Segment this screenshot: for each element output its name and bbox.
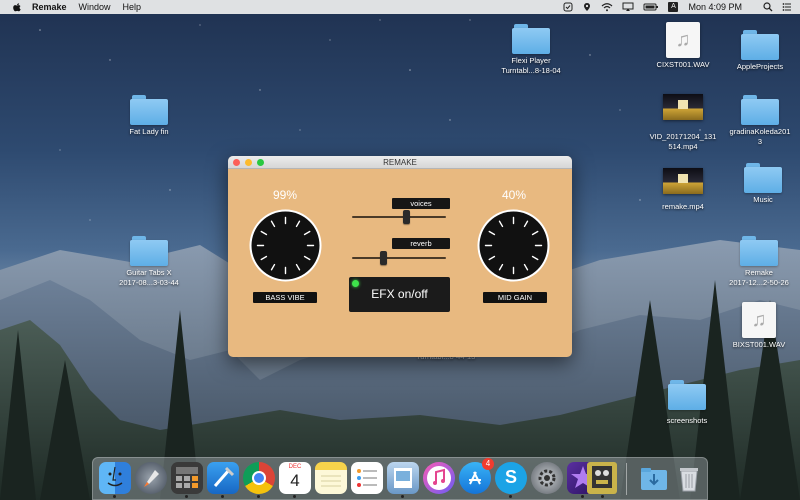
finder-dock-icon[interactable] [99, 462, 131, 498]
folder-icon [740, 236, 778, 266]
reverb-slider-track[interactable] [352, 251, 446, 265]
wifi-icon[interactable] [601, 2, 613, 12]
desktop-icon-label: gradinaKoleda201 3 [729, 127, 791, 146]
mid-gain-value: 40% [501, 188, 527, 202]
video-thumbnail-icon [663, 168, 703, 194]
title-bar[interactable]: REMAKE [228, 156, 572, 169]
calendar-dock-icon[interactable]: DEC 4 [279, 462, 311, 498]
calculator-dock-icon[interactable] [171, 462, 203, 498]
folder-icon [741, 30, 779, 60]
desktop-icon-label: Remake 2017-12...2-50-26 [729, 268, 789, 287]
desktop-folder[interactable]: screenshots [642, 380, 732, 426]
desktop-video-file[interactable]: remake.mp4 [638, 168, 728, 212]
folder-icon [130, 236, 168, 266]
apple-menu-icon[interactable] [12, 2, 22, 12]
notes-dock-icon[interactable] [315, 462, 347, 494]
folder-icon [130, 95, 168, 125]
voices-slider-thumb[interactable] [403, 210, 411, 224]
app-menu[interactable]: Remake [32, 2, 67, 12]
folder-icon [668, 380, 706, 410]
efx-button-label: EFX on/off [371, 287, 428, 301]
desktop-folder[interactable]: Music [718, 163, 800, 205]
input-source-icon[interactable]: A [668, 2, 679, 12]
voices-label: voices [392, 198, 450, 209]
window-title: REMAKE [383, 158, 417, 167]
mid-gain-label: MID GAIN [483, 292, 547, 303]
location-icon[interactable] [582, 2, 592, 12]
desktop-folder[interactable]: Fat Lady fin [104, 95, 194, 137]
desktop-icon-label: Guitar Tabs X 2017-08...3-03-44 [119, 268, 179, 287]
system-preferences-dock-icon[interactable] [531, 462, 563, 494]
desktop-folder[interactable]: gradinaKoleda201 3 [715, 95, 800, 147]
calendar-day: 4 [290, 471, 300, 490]
battery-icon[interactable] [643, 2, 659, 12]
desktop-icon-label: remake.mp4 [662, 202, 704, 211]
desktop-icon-label: screenshots [666, 416, 708, 425]
dock-separator [626, 463, 627, 495]
desktop-folder[interactable]: Remake 2017-12...2-50-26 [714, 236, 800, 288]
chrome-dock-icon[interactable] [243, 462, 275, 498]
app-store-dock-icon[interactable]: 4 [459, 458, 494, 494]
calendar-month: DEC [288, 464, 302, 470]
folder-icon [741, 95, 779, 125]
trash-icon[interactable] [673, 462, 705, 494]
xcode-dock-icon[interactable] [207, 462, 239, 498]
desktop-audio-file[interactable]: ♫ BIXST001.WAV [714, 302, 800, 350]
efx-status-led [352, 280, 359, 287]
voices-slider-track[interactable] [352, 210, 446, 224]
desktop-folder[interactable]: Flexi Player Turntabl...8-18-04 [486, 24, 576, 76]
efx-toggle-button[interactable]: EFX on/off [349, 277, 450, 312]
script-menu-icon[interactable] [563, 2, 573, 12]
skype-dock-icon[interactable]: S [495, 462, 527, 498]
desktop-icon-label: AppleProjects [736, 62, 784, 71]
desktop-icon-label: Flexi Player Turntabl...8-18-04 [501, 56, 561, 75]
video-thumbnail-icon [663, 94, 703, 120]
desktop-folder[interactable]: Guitar Tabs X 2017-08...3-03-44 [104, 236, 194, 288]
remake-dock-icon[interactable] [587, 462, 617, 498]
input-source-label: A [668, 2, 679, 12]
reverb-slider-thumb[interactable] [380, 251, 388, 265]
folder-icon [512, 24, 550, 54]
app-store-badge: 4 [482, 458, 494, 470]
airplay-icon[interactable] [622, 2, 634, 12]
window-menu[interactable]: Window [79, 2, 111, 12]
bass-vibe-knob[interactable] [248, 208, 323, 283]
mid-gain-knob[interactable] [476, 208, 551, 283]
desktop: Remake Window Help A Mon 4:09 PM Flexi P… [0, 0, 800, 500]
folder-icon [744, 163, 782, 193]
clock[interactable]: Mon 4:09 PM [688, 2, 742, 12]
help-menu[interactable]: Help [123, 2, 142, 12]
desktop-icon-label: BIXST001.WAV [732, 340, 786, 349]
spotlight-icon[interactable] [763, 2, 773, 12]
menu-bar: Remake Window Help A Mon 4:09 PM [0, 0, 800, 14]
dock: DEC 4 4 S [92, 457, 708, 500]
bass-vibe-value: 99% [272, 188, 298, 202]
notification-center-icon[interactable] [782, 2, 792, 12]
audio-file-icon: ♫ [666, 22, 700, 58]
desktop-folder[interactable]: AppleProjects [715, 30, 800, 72]
status-area: A Mon 4:09 PM [554, 0, 800, 14]
desktop-icon-label: Fat Lady fin [129, 127, 169, 136]
bass-vibe-label: BASS VIBE [253, 292, 317, 303]
itunes-dock-icon[interactable] [423, 462, 455, 494]
preview-dock-icon[interactable] [387, 462, 419, 498]
audio-file-icon: ♫ [742, 302, 776, 338]
remake-window: REMAKE 99% BASS VIBE 40% MID GAIN voices… [228, 156, 572, 357]
desktop-icon-label: Music [753, 195, 773, 204]
downloads-stack-icon[interactable] [638, 462, 670, 494]
reminders-dock-icon[interactable] [351, 462, 383, 494]
reverb-label: reverb [392, 238, 450, 249]
launchpad-dock-icon[interactable] [135, 462, 167, 494]
